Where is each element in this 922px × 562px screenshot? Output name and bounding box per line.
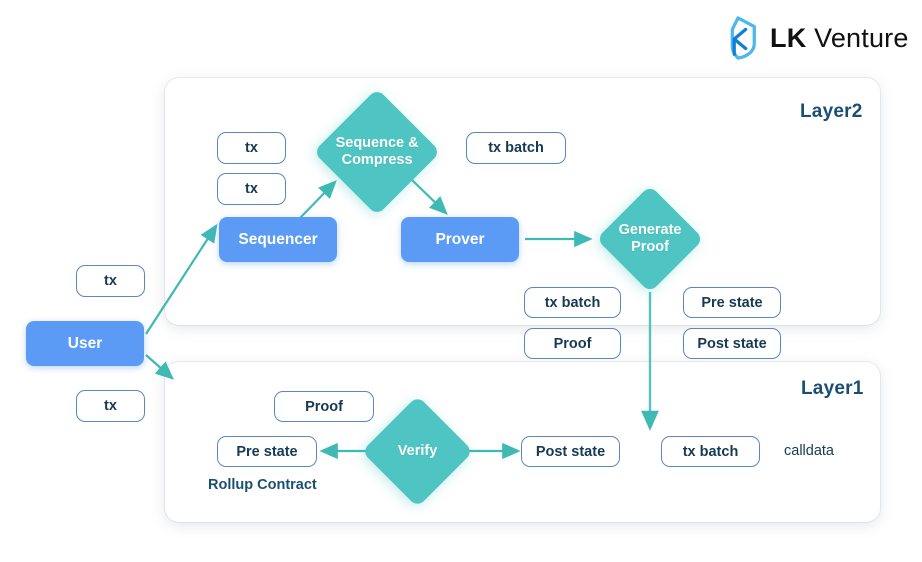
boundary-tx-batch-box: tx batch xyxy=(524,287,621,318)
user-node: User xyxy=(26,321,144,366)
layer2-tx-box-top: tx xyxy=(217,132,286,164)
rollup-contract-caption: Rollup Contract xyxy=(208,477,317,493)
layer1-post-state-box: Post state xyxy=(521,436,620,467)
boundary-post-state-box: Post state xyxy=(683,328,781,359)
logo-word-venture: Venture xyxy=(806,22,909,53)
layer2-tx-box-bottom: tx xyxy=(217,173,286,205)
generate-proof-label: Generate Proof xyxy=(618,221,682,255)
boundary-proof-box: Proof xyxy=(524,328,621,359)
user-tx-box-bottom: tx xyxy=(76,390,145,422)
prover-node: Prover xyxy=(401,217,519,262)
layer2-tx-batch-box: tx batch xyxy=(466,132,566,164)
layer2-title: Layer2 xyxy=(800,101,863,122)
verify-label: Verify xyxy=(397,442,438,459)
logo-word-lk: LK xyxy=(770,22,807,53)
layer1-pre-state-box: Pre state xyxy=(217,436,317,467)
layer1-tx-batch-box: tx batch xyxy=(661,436,760,467)
lk-venture-logo-mark-icon xyxy=(730,16,756,60)
diagram-canvas: LK Venture Layer2 tx tx Sequencer Sequen… xyxy=(0,0,922,562)
logo-wordmark: LK Venture xyxy=(770,23,909,54)
layer1-proof-box: Proof xyxy=(274,391,374,422)
boundary-pre-state-box: Pre state xyxy=(683,287,781,318)
user-tx-box-top: tx xyxy=(76,265,145,297)
brand-logo: LK Venture xyxy=(718,16,909,60)
layer1-title: Layer1 xyxy=(801,378,864,399)
calldata-caption: calldata xyxy=(784,443,834,459)
sequence-compress-label: Sequence & Compress xyxy=(335,134,419,168)
sequencer-node: Sequencer xyxy=(219,217,337,262)
